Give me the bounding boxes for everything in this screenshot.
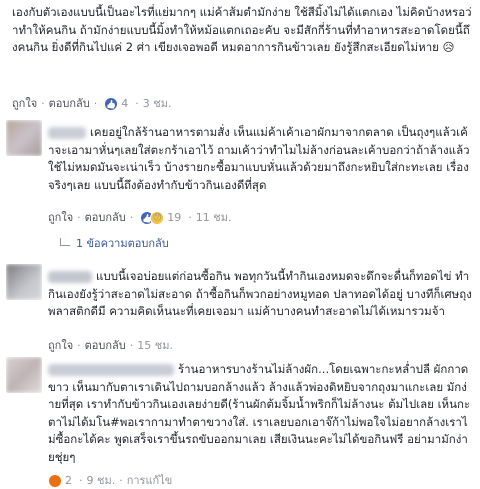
comment-actions: ถูกใจ · ตอบกลับ · 15 ชม. — [48, 339, 173, 353]
author-name[interactable] — [48, 363, 174, 376]
comment-time[interactable]: 9 ชม. — [87, 474, 116, 488]
like-icon — [104, 97, 119, 111]
comment-text: เองกับตัวเองแบบนี้เป็นอะไรที่แย่มากๆ แม่… — [12, 5, 472, 55]
edited-link[interactable]: การแก้ไข — [127, 474, 173, 488]
reactions[interactable]: 2 — [48, 474, 72, 488]
comment-time[interactable]: 3 ชม. — [143, 97, 172, 111]
reaction-count: 2 — [65, 474, 72, 487]
comment-body: เคยอยู่ใกล้ร้านอาหารตามสั่ง เห็นแม่ค้าเค… — [48, 124, 472, 194]
reply-link[interactable]: ตอบกลับ — [49, 97, 90, 111]
comment-text: แบบนี้เจอบ่อยแต่ก่อนซื้อกิน พอทุกวันนี้ท… — [48, 269, 472, 319]
comment-body: ร้านอาหารบางร้านไม่ล้างผัก...โดยเฉพาะกะห… — [48, 361, 472, 467]
comment-time[interactable]: 11 ชม. — [196, 211, 232, 225]
comment-body: เองกับตัวเองแบบนี้เป็นอะไรที่แย่มากๆ แม่… — [12, 4, 472, 57]
avatar[interactable] — [6, 357, 42, 393]
comment-text: เคยอยู่ใกล้ร้านอาหารตามสั่ง เห็นแม่ค้าเค… — [48, 125, 470, 192]
author-name[interactable] — [48, 126, 86, 139]
reply-link[interactable]: ตอบกลับ — [85, 211, 126, 225]
angry-icon — [48, 474, 62, 488]
avatar[interactable] — [6, 264, 42, 300]
like-link[interactable]: ถูกใจ — [12, 97, 37, 111]
comment-body: แบบนี้เจอบ่อยแต่ก่อนซื้อกิน พอทุกวันนี้ท… — [48, 268, 472, 321]
reaction-count: 19 — [167, 211, 182, 224]
like-link[interactable]: ถูกใจ — [48, 211, 73, 225]
comment-actions: 2 · 9 ชม. · การแก้ไข — [48, 474, 172, 488]
comment-time[interactable]: 15 ชม. — [137, 339, 173, 353]
reactions[interactable]: 😯 19 — [140, 211, 181, 225]
reply-arrow-icon — [60, 238, 70, 246]
view-replies-link[interactable]: 1 ข้อความตอบกลับ — [60, 237, 169, 251]
comment-text: ร้านอาหารบางร้านไม่ล้างผัก...โดยเฉพาะกะห… — [48, 362, 471, 464]
wow-icon: 😯 — [150, 211, 165, 225]
avatar[interactable] — [6, 120, 42, 156]
like-link[interactable]: ถูกใจ — [48, 339, 73, 353]
comment-actions: ถูกใจ · ตอบกลับ · 4 · 3 ชม. — [12, 97, 171, 111]
reaction-count: 4 — [121, 97, 129, 110]
author-name[interactable] — [48, 270, 92, 283]
reply-link[interactable]: ตอบกลับ — [85, 339, 126, 353]
reactions[interactable]: 4 — [104, 97, 128, 111]
comment-actions: ถูกใจ · ตอบกลับ · 😯 19 · 11 ชม. — [48, 211, 231, 225]
